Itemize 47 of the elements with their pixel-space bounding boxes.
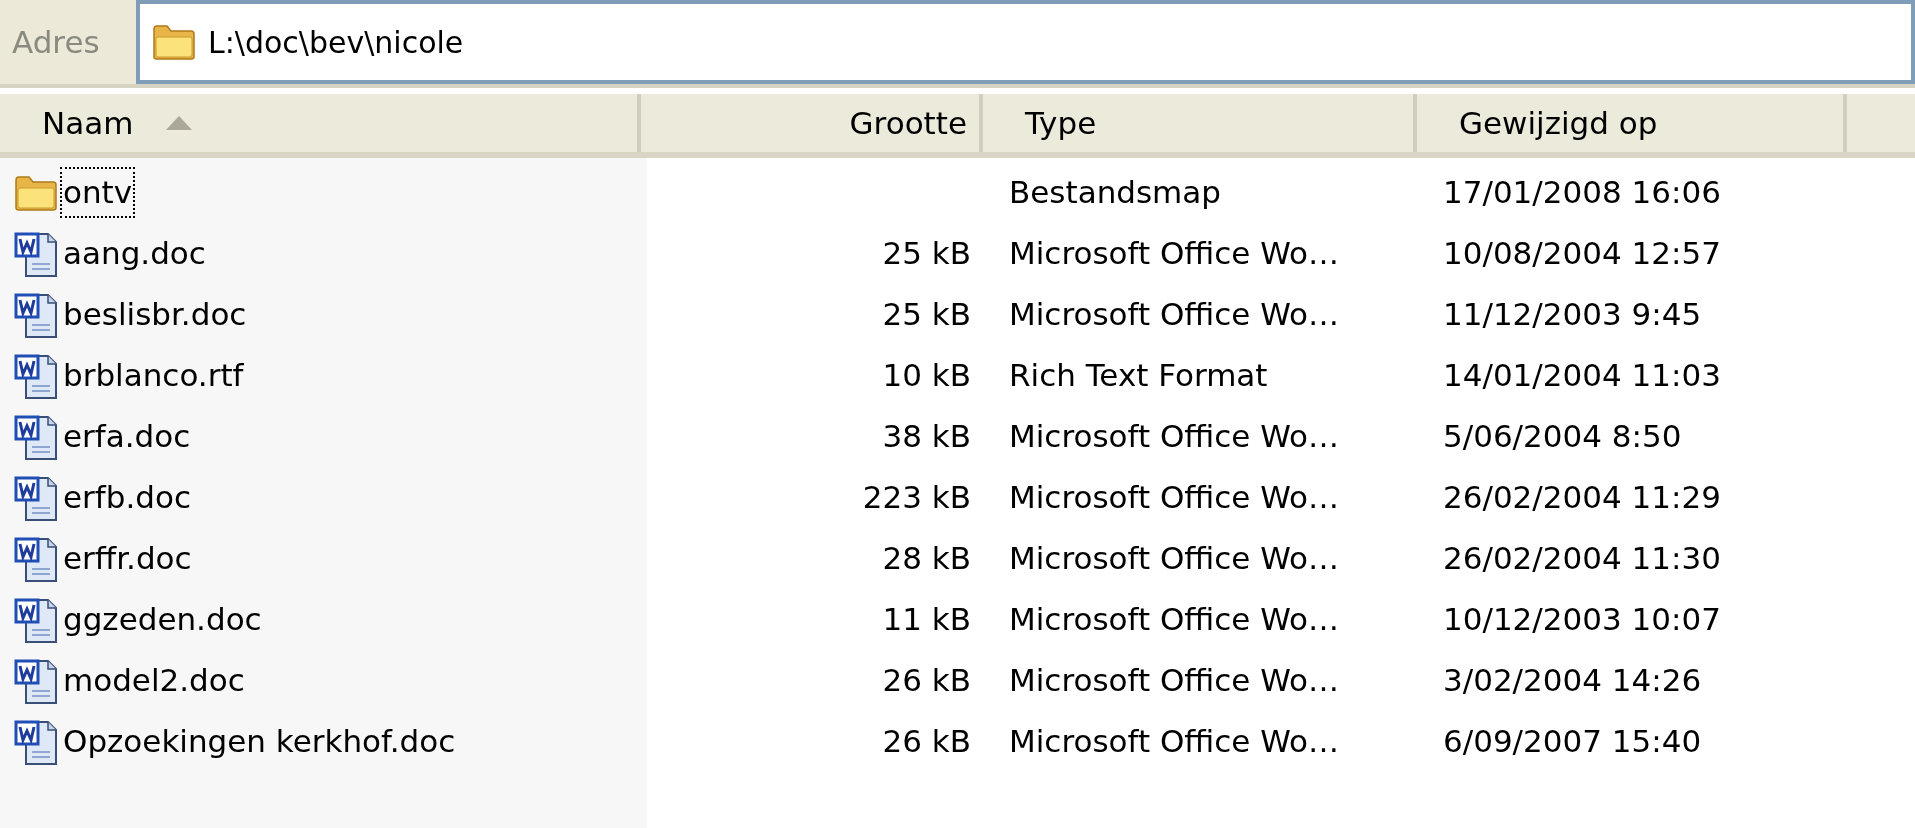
file-modified: 10/08/2004 12:57	[1443, 235, 1721, 272]
file-modified: 3/02/2004 14:26	[1443, 662, 1702, 699]
column-header[interactable]: Gewijzigd op	[1417, 94, 1847, 152]
address-field[interactable]: L:\doc\bev\nicole	[136, 0, 1915, 84]
file-size: 38 kB	[882, 417, 971, 457]
file-modified: 6/09/2007 15:40	[1443, 723, 1702, 760]
file-name[interactable]: brblanco.rtf	[62, 352, 245, 399]
file-name[interactable]: Opzoekingen kerkhof.doc	[62, 718, 457, 765]
file-modified: 10/12/2003 10:07	[1443, 601, 1721, 638]
file-size: 28 kB	[882, 539, 971, 579]
file-name[interactable]: aang.doc	[62, 230, 207, 277]
file-type: Microsoft Office Wo…	[1009, 235, 1340, 272]
column-header[interactable]: Grootte	[641, 94, 983, 152]
file-name[interactable]: erfb.doc	[62, 474, 192, 521]
file-name[interactable]: model2.doc	[62, 657, 246, 704]
file-type: Microsoft Office Wo…	[1009, 418, 1340, 455]
file-size: 25 kB	[882, 295, 971, 335]
column-header[interactable]: Type	[983, 94, 1417, 152]
file-modified: 26/02/2004 11:29	[1443, 479, 1721, 516]
file-type: Microsoft Office Wo…	[1009, 296, 1340, 333]
column-header[interactable]: Naam	[0, 94, 641, 152]
file-name[interactable]: ontv	[62, 169, 134, 216]
file-name[interactable]: beslisbr.doc	[62, 291, 248, 338]
sort-arrow-icon	[165, 115, 194, 131]
file-type: Bestandsmap	[1009, 174, 1221, 211]
file-size: 26 kB	[882, 661, 971, 701]
file-size: 11 kB	[882, 600, 971, 640]
file-type: Microsoft Office Wo…	[1009, 723, 1340, 760]
address-label: Adres	[11, 22, 101, 62]
file-modified: 17/01/2008 16:06	[1443, 174, 1721, 211]
file-name[interactable]: ggzeden.doc	[62, 596, 263, 643]
file-size: 25 kB	[882, 234, 971, 274]
file-name[interactable]: erffr.doc	[62, 535, 193, 582]
file-name[interactable]: erfa.doc	[62, 413, 192, 460]
file-type: Rich Text Format	[1009, 357, 1268, 394]
file-modified: 5/06/2004 8:50	[1443, 418, 1682, 455]
file-modified: 11/12/2003 9:45	[1443, 296, 1702, 333]
file-size: 26 kB	[882, 722, 971, 762]
file-size: 223 kB	[862, 478, 971, 518]
file-modified: 14/01/2004 11:03	[1443, 357, 1721, 394]
file-type: Microsoft Office Wo…	[1009, 601, 1340, 638]
folder-icon	[152, 23, 196, 61]
file-size: 10 kB	[882, 356, 971, 396]
file-type: Microsoft Office Wo…	[1009, 662, 1340, 699]
file-modified: 26/02/2004 11:30	[1443, 540, 1721, 577]
file-type: Microsoft Office Wo…	[1009, 479, 1340, 516]
file-type: Microsoft Office Wo…	[1009, 540, 1340, 577]
